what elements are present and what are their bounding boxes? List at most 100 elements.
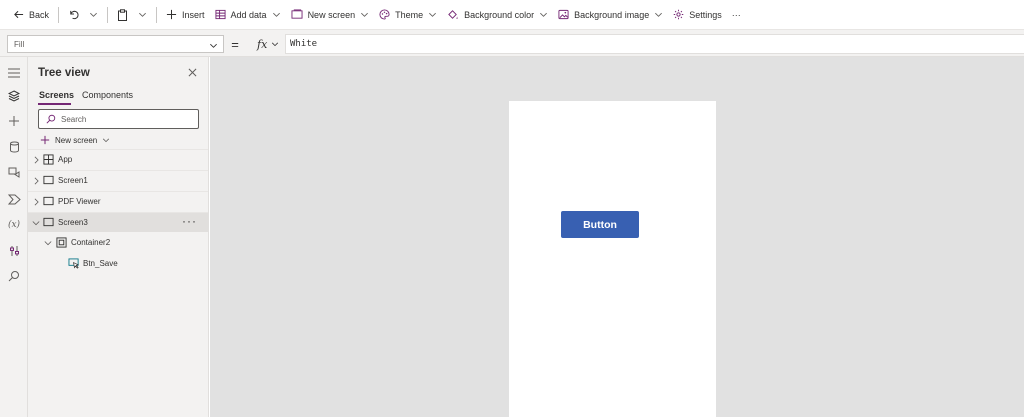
back-label: Back: [29, 9, 50, 20]
chevron-down-icon: [210, 43, 217, 48]
back-button[interactable]: Back: [8, 0, 54, 30]
insert-label: Insert: [182, 9, 205, 20]
search-placeholder: Search: [61, 114, 87, 124]
undo-icon: [70, 10, 79, 20]
background-color-label: Background color: [464, 9, 535, 20]
chevron-right-icon: [34, 156, 39, 164]
chevron-down-icon: [139, 12, 146, 17]
container-icon: [56, 237, 67, 248]
media-icon[interactable]: [4, 163, 24, 183]
paste-dropdown-button[interactable]: [133, 0, 152, 30]
settings-label: Settings: [689, 9, 722, 20]
add-data-button[interactable]: Add data: [210, 0, 286, 30]
insert-plus-icon[interactable]: [4, 111, 24, 131]
new-screen-button[interactable]: New screen: [40, 132, 110, 148]
tree-view-title: Tree view: [38, 67, 90, 79]
screen-icon: [43, 217, 54, 227]
image-icon: [558, 9, 569, 20]
screen-icon: [43, 175, 54, 185]
tree-item-label: Btn_Save: [83, 259, 118, 268]
tree-item-pdf-viewer[interactable]: PDF Viewer: [28, 191, 208, 211]
theme-label: Theme: [395, 9, 424, 20]
more-commands-button[interactable]: ···: [727, 0, 746, 30]
hamburger-menu-icon[interactable]: [4, 63, 24, 83]
chevron-down-icon: [540, 12, 548, 17]
plus-icon: [40, 135, 50, 145]
database-icon[interactable]: [4, 137, 24, 157]
new-screen-label: New screen: [55, 135, 98, 145]
back-arrow-icon: [14, 10, 24, 19]
tree-item-label: PDF Viewer: [58, 197, 101, 206]
more-options-icon[interactable]: ···: [182, 214, 197, 228]
app-icon: [43, 154, 54, 165]
chevron-down-icon: [361, 12, 369, 17]
new-screen-icon: [291, 9, 303, 19]
new-screen-label: New screen: [307, 9, 356, 20]
chevron-down-icon: [272, 42, 279, 47]
chevron-down-icon: [655, 12, 663, 17]
paint-bucket-icon: [448, 10, 458, 19]
chevron-down-icon: [90, 12, 97, 17]
tree-item-screen3[interactable]: Screen3 ···: [28, 212, 208, 232]
power-automate-icon[interactable]: [4, 189, 24, 209]
variables-icon[interactable]: (x): [4, 215, 24, 235]
command-bar: Back Insert Add data New screen Theme Ba…: [0, 0, 1024, 30]
tree-item-container2[interactable]: Container2: [28, 233, 208, 253]
new-screen-button[interactable]: New screen: [286, 0, 375, 30]
add-data-label: Add data: [230, 9, 267, 20]
active-tab-indicator: [38, 103, 71, 105]
more-icon: ···: [731, 9, 741, 20]
insert-button[interactable]: Insert: [161, 0, 210, 30]
paste-button[interactable]: [112, 0, 133, 30]
chevron-down-icon: [32, 221, 40, 226]
property-dropdown[interactable]: Fill: [7, 35, 224, 53]
button-control-icon: [68, 258, 79, 269]
formula-bar: Fill = fx White: [0, 30, 1024, 57]
divider: [107, 6, 109, 23]
background-image-button[interactable]: Background image: [553, 0, 668, 30]
formula-text: White: [290, 39, 318, 49]
chevron-down-icon: [272, 12, 280, 17]
gear-icon: [673, 9, 684, 20]
chevron-right-icon: [34, 177, 39, 185]
search-icon[interactable]: [4, 266, 24, 286]
chevron-down-icon: [103, 138, 110, 143]
fx-button[interactable]: fx: [250, 35, 282, 53]
tree-item-screen1[interactable]: Screen1: [28, 170, 208, 190]
left-rail: (x): [0, 57, 28, 417]
chevron-right-icon: [34, 198, 39, 206]
layers-icon[interactable]: [4, 86, 24, 106]
search-icon: [46, 114, 56, 124]
tree-view-panel: Tree view Screens Components Search New …: [28, 57, 209, 417]
canvas-button[interactable]: Button: [561, 211, 639, 238]
app-screen-preview[interactable]: Button: [509, 101, 716, 417]
equals-sign: =: [231, 36, 239, 52]
palette-icon: [379, 9, 390, 20]
table-icon: [214, 9, 226, 20]
property-value: Fill: [14, 39, 25, 49]
screen-icon: [43, 196, 54, 206]
tree-item-btn-save[interactable]: Btn_Save: [28, 254, 208, 274]
background-image-label: Background image: [574, 9, 650, 20]
tab-components[interactable]: Components: [82, 90, 133, 100]
tab-screens[interactable]: Screens: [39, 90, 74, 100]
advanced-tools-icon[interactable]: [4, 241, 24, 261]
tree-item-label: Screen1: [58, 176, 88, 185]
plus-icon: [166, 9, 177, 20]
background-color-button[interactable]: Background color: [442, 0, 553, 30]
function-icon: fx: [257, 37, 268, 51]
chevron-down-icon: [429, 12, 437, 17]
divider: [156, 6, 158, 23]
chevron-down-icon: [44, 241, 52, 246]
theme-button[interactable]: Theme: [374, 0, 442, 30]
settings-button[interactable]: Settings: [668, 0, 727, 30]
undo-dropdown-button[interactable]: [84, 0, 103, 30]
clipboard-icon: [118, 8, 128, 21]
undo-button[interactable]: [63, 0, 84, 30]
tree-item-app[interactable]: App: [28, 149, 208, 169]
formula-input[interactable]: White: [285, 34, 1024, 54]
design-canvas: Button: [210, 57, 1024, 417]
tree-item-label: Screen3: [58, 218, 88, 227]
tree-search-input[interactable]: Search: [38, 109, 199, 129]
close-icon[interactable]: [188, 68, 197, 79]
